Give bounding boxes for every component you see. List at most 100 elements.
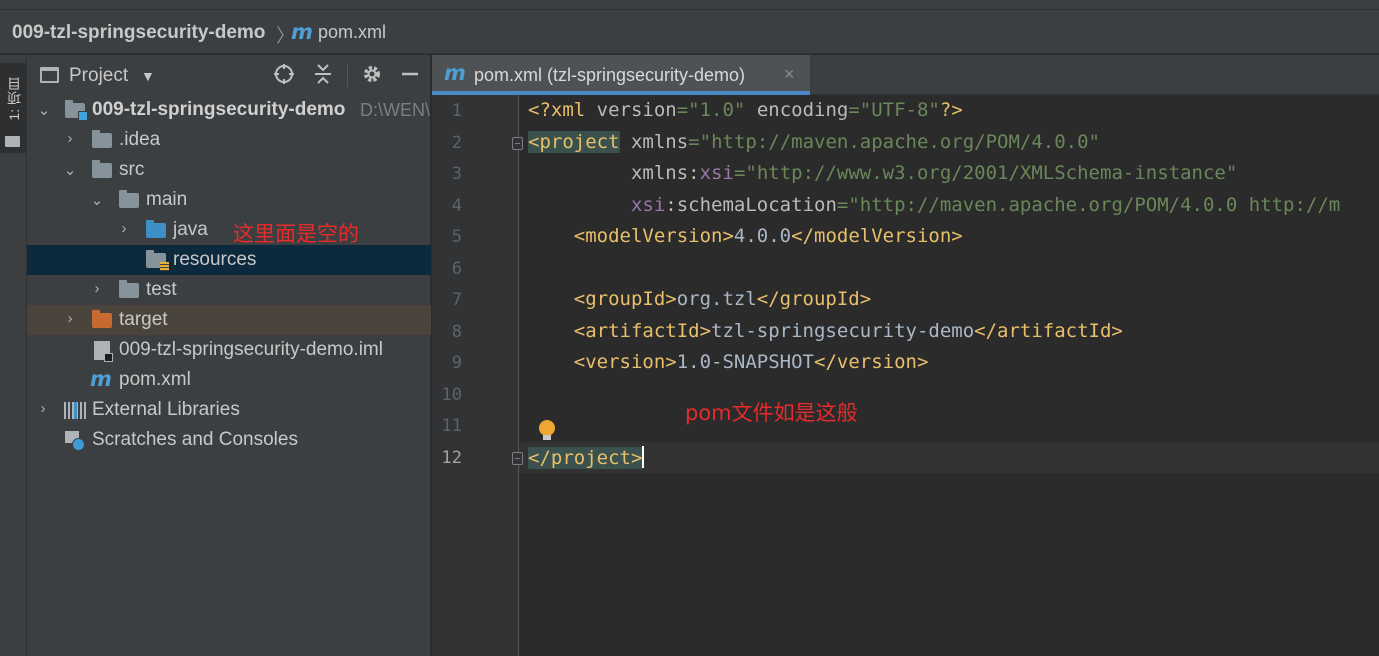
tree-item-label: 009-tzl-springsecurity-demo <box>92 99 346 120</box>
chevron-right-icon[interactable]: › <box>63 130 77 147</box>
tree-item-src[interactable]: ⌄ src <box>27 155 431 185</box>
fold-icon[interactable] <box>512 452 523 465</box>
code-line-12[interactable]: </project> <box>528 446 645 469</box>
code-line-8[interactable]: <artifactId>tzl-springsecurity-demo</art… <box>528 320 1123 342</box>
navigation-bar: 009-tzl-springsecurity-demo 〉 m pom.xml <box>0 0 1379 54</box>
gutter-divider <box>518 95 519 656</box>
tool-tab-project[interactable]: 1: 项目 <box>0 63 26 153</box>
code-line-2[interactable]: <project xmlns="http://maven.apache.org/… <box>528 131 1100 153</box>
tree-item-project-root[interactable]: ⌄ 009-tzl-springsecurity-demo D:\WEN\ <box>27 95 431 125</box>
editor: m pom.xml (tzl-springsecurity-demo) × 1 … <box>432 55 1379 656</box>
xml-eq: = <box>676 99 689 121</box>
tree-item-label: .idea <box>119 129 161 150</box>
collapse-all-icon[interactable] <box>310 63 336 87</box>
locate-icon[interactable] <box>271 63 297 87</box>
line-number-current: 12 <box>441 448 462 468</box>
project-view-selector[interactable]: Project <box>69 65 128 87</box>
folder-icon <box>92 160 112 178</box>
tree-item-pom[interactable]: m pom.xml <box>27 365 431 395</box>
tree-item-label: java <box>173 219 208 240</box>
tree-item-resources[interactable]: resources <box>27 245 431 275</box>
tree-item-scratches[interactable]: Scratches and Consoles <box>27 425 431 455</box>
xml-attr: version <box>596 99 677 121</box>
xml-tag: </version> <box>814 351 929 373</box>
annotation-pom-note: pom文件如是这般 <box>685 401 858 425</box>
tab-pom-xml[interactable]: m pom.xml (tzl-springsecurity-demo) × <box>432 55 810 95</box>
breadcrumb-file[interactable]: pom.xml <box>318 22 386 43</box>
project-panel-header: Project ▼ <box>27 55 431 95</box>
chevron-right-icon[interactable]: › <box>90 280 104 297</box>
chevron-right-icon[interactable]: › <box>63 310 77 327</box>
tree-item-target[interactable]: › target <box>27 305 431 335</box>
chevron-down-icon[interactable]: ⌄ <box>37 101 51 119</box>
source-folder-icon <box>146 220 166 238</box>
code-line-1[interactable]: <?xml version="1.0" encoding="UTF-8"?> <box>528 99 963 121</box>
xml-string: "http://maven.apache.org/POM/4.0.0 http:… <box>848 194 1341 216</box>
xml-namespace: xsi <box>630 194 666 216</box>
excluded-folder-icon <box>92 310 112 328</box>
line-number: 7 <box>451 290 462 310</box>
xml-eq: = <box>848 99 860 121</box>
xml-string: "1.0" <box>688 99 746 121</box>
xml-attr: xmlns <box>630 131 689 153</box>
code-line-7[interactable]: <groupId>org.tzl</groupId> <box>528 288 871 310</box>
xml-text: 1.0-SNAPSHOT <box>676 351 814 373</box>
xml-namespace: xsi <box>699 162 734 184</box>
code-line-4[interactable]: xsi:schemaLocation="http://maven.apache.… <box>528 194 1340 216</box>
xml-space <box>620 131 631 153</box>
xml-text: org.tzl <box>676 288 757 310</box>
chevron-down-icon[interactable]: ▼ <box>141 68 155 84</box>
tree-item-external-libraries[interactable]: › External Libraries <box>27 395 431 425</box>
left-tool-strip: 1: 项目 <box>0 55 27 656</box>
line-number: 4 <box>451 196 462 216</box>
tree-item-label: pom.xml <box>119 369 191 390</box>
code-line-3[interactable]: xmlns:xsi="http://www.w3.org/2001/XMLSch… <box>528 162 1237 184</box>
xml-tag: </modelVersion> <box>791 225 963 247</box>
chevron-down-icon[interactable]: ⌄ <box>63 161 77 179</box>
minimize-icon[interactable] <box>397 63 423 87</box>
project-view-icon <box>40 67 59 83</box>
annotation-empty-note: 这里面是空的 <box>233 222 359 246</box>
maven-file-icon: m <box>444 61 466 85</box>
current-line-highlight <box>519 442 1379 473</box>
tool-tab-project-label: 1: 项目 <box>6 77 22 121</box>
tree-item-label: 009-tzl-springsecurity-demo.iml <box>119 339 383 360</box>
xml-text: 4.0.0 <box>733 225 792 247</box>
line-number: 5 <box>451 227 462 247</box>
tree-item-label: test <box>146 279 177 300</box>
folder-icon <box>92 130 112 148</box>
xml-attr: schemaLocation <box>676 194 837 216</box>
tree-item-main[interactable]: ⌄ main <box>27 185 431 215</box>
xml-pi-close: ?> <box>939 99 963 121</box>
tree-item-java[interactable]: › java 这里面是空的 <box>27 215 431 246</box>
maven-file-icon: m <box>90 367 112 391</box>
chevron-right-icon[interactable]: › <box>36 400 50 417</box>
tree-item-iml[interactable]: 009-tzl-springsecurity-demo.iml <box>27 335 431 365</box>
chevron-right-icon[interactable]: › <box>117 220 131 237</box>
xml-tag: <groupId> <box>573 288 677 310</box>
code-line-5[interactable]: <modelVersion>4.0.0</modelVersion> <box>528 225 963 247</box>
toolbar-divider <box>347 63 348 87</box>
xml-eq: = <box>688 131 700 153</box>
gear-icon[interactable] <box>359 63 385 87</box>
fold-icon[interactable] <box>512 137 523 150</box>
tree-item-test[interactable]: › test <box>27 275 431 305</box>
close-icon[interactable]: × <box>784 64 795 85</box>
module-folder-icon <box>65 100 88 121</box>
xml-tag-highlighted: <project <box>528 131 620 153</box>
project-panel: Project ▼ ⌄ 009-tzl-springsecurity-demo … <box>27 55 431 656</box>
line-number: 1 <box>451 101 462 121</box>
tree-item-idea[interactable]: › .idea <box>27 125 431 155</box>
menu-strip-edge <box>0 0 1379 10</box>
tree-item-label: target <box>119 309 168 330</box>
breadcrumb-project[interactable]: 009-tzl-springsecurity-demo <box>12 22 265 44</box>
xml-colon: : <box>665 194 677 216</box>
chevron-down-icon[interactable]: ⌄ <box>90 191 104 209</box>
code-line-9[interactable]: <version>1.0-SNAPSHOT</version> <box>528 351 929 373</box>
lightbulb-icon[interactable] <box>539 420 555 442</box>
line-number: 3 <box>451 164 462 184</box>
xml-eq: = <box>836 194 849 216</box>
xml-tag: </artifactId> <box>974 320 1123 342</box>
